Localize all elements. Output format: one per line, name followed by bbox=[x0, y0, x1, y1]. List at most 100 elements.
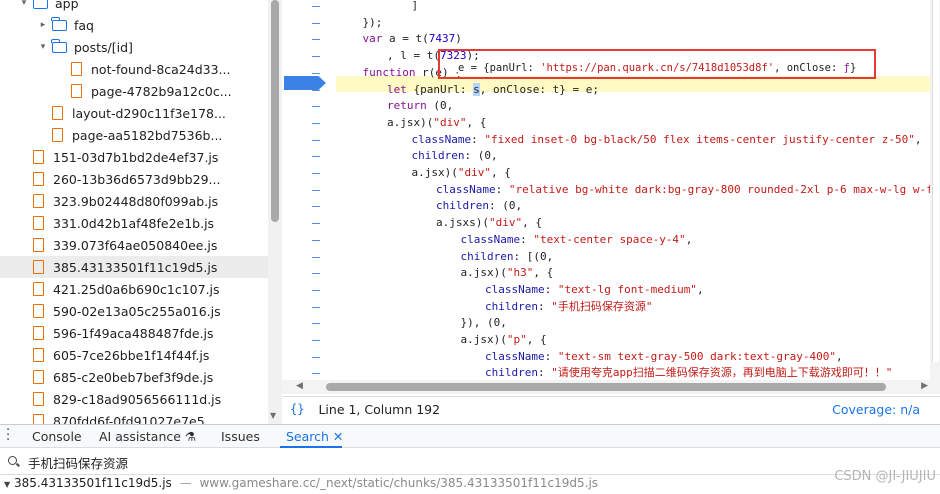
tree-file[interactable]: 151-03d7b1bd2de4ef37.js bbox=[0, 146, 268, 168]
code-line[interactable]: className: "fixed inset-0 bg-black/50 fl… bbox=[412, 132, 922, 148]
line-marker bbox=[312, 239, 320, 241]
tree-file[interactable]: page-aa5182bd7536b... bbox=[0, 124, 268, 146]
tree-file[interactable]: 870fdd6f-0fd91027e7e5... bbox=[0, 410, 268, 424]
tree-item-label: app bbox=[55, 0, 79, 11]
scroll-right-arrow-icon[interactable]: ▶ bbox=[921, 381, 928, 391]
tree-file[interactable]: 331.0d42b1af48fe2e1b.js bbox=[0, 212, 268, 234]
tree-item-label: 151-03d7b1bd2de4ef37.js bbox=[53, 149, 219, 165]
drawer-tab-bar: · · · Console AI assistance ⚗ Issues Searc… bbox=[0, 424, 940, 448]
search-input[interactable]: 手机扫码保存资源 bbox=[28, 453, 128, 472]
code-line[interactable]: var a = t(7437) bbox=[363, 31, 462, 47]
file-icon bbox=[33, 216, 44, 230]
tree-file[interactable]: 685-c2e0beb7bef3f9de.js bbox=[0, 366, 268, 388]
file-icon bbox=[71, 62, 82, 76]
line-marker bbox=[312, 306, 320, 308]
scroll-left-arrow-icon[interactable]: ◀ bbox=[296, 381, 303, 391]
code-line[interactable]: }); bbox=[363, 15, 383, 31]
code-line[interactable]: a.jsx)("h3", { bbox=[461, 265, 554, 281]
tree-item-label: page-4782b9a12c0c... bbox=[91, 83, 232, 99]
tree-file[interactable]: not-found-8ca24d33... bbox=[0, 58, 268, 80]
watermark: CSDN @JI-JIUJIU bbox=[834, 469, 936, 484]
folder-icon bbox=[51, 38, 67, 53]
search-bar[interactable]: 手机扫码保存资源 bbox=[0, 450, 940, 475]
code-line[interactable]: className: "text-sm text-gray-500 dark:t… bbox=[485, 349, 843, 365]
code-line[interactable]: a.jsx)("div", { bbox=[412, 165, 511, 181]
editor-status-bar: {} Line 1, Column 192 Coverage: n/a bbox=[282, 396, 940, 421]
pretty-print-icon[interactable]: {} bbox=[290, 402, 304, 416]
code-line[interactable]: children: (0, bbox=[412, 148, 498, 164]
line-marker bbox=[312, 39, 320, 41]
tree-folder[interactable]: ▸ faq bbox=[0, 14, 268, 36]
file-icon bbox=[33, 194, 44, 208]
code-line[interactable]: let {panUrl: s, onClose: t} = e; bbox=[387, 82, 599, 98]
tab-console[interactable]: Console bbox=[32, 429, 82, 444]
tree-file[interactable]: layout-d290c11f3e178... bbox=[0, 102, 268, 124]
expand-triangle-icon[interactable]: ▼ bbox=[4, 480, 10, 489]
editor-vertical-scroll-thumb[interactable] bbox=[932, 0, 939, 362]
tree-file[interactable]: 385.43133501f11c19d5.js bbox=[0, 256, 268, 278]
result-file-name[interactable]: 385.43133501f11c19d5.js bbox=[14, 476, 172, 490]
code-line[interactable]: children: "手机扫码保存资源" bbox=[485, 299, 652, 315]
tree-item-label: 605-7ce26bbe1f14f44f.js bbox=[53, 347, 210, 363]
tree-file[interactable]: 596-1f49aca488487fde.js bbox=[0, 322, 268, 344]
navigator-scrollbar[interactable]: ▼ bbox=[268, 0, 282, 424]
file-icon bbox=[33, 150, 44, 164]
code-line[interactable]: className: "relative bg-white dark:bg-gr… bbox=[436, 182, 930, 198]
file-icon bbox=[33, 172, 44, 186]
code-line[interactable]: a.jsx)("p", { bbox=[461, 332, 547, 348]
file-icon bbox=[33, 348, 44, 362]
tree-file[interactable]: 829-c18ad9056566111d.js bbox=[0, 388, 268, 410]
chevron-down-icon[interactable]: ▾ bbox=[38, 42, 48, 52]
tree-item-label: 339.073f64ae050840ee.js bbox=[53, 237, 218, 253]
code-line[interactable]: className: "text-center space-y-4", bbox=[461, 232, 693, 248]
chevron-down-icon[interactable]: ▾ bbox=[19, 0, 29, 8]
editor-horizontal-scroll-thumb[interactable] bbox=[326, 383, 886, 391]
tree-item-label: 421.25d0a6b690c1c107.js bbox=[53, 281, 220, 297]
line-marker bbox=[312, 156, 320, 158]
search-result-row[interactable]: ▼ 385.43133501f11c19d5.js — www.gameshar… bbox=[0, 476, 940, 494]
code-line[interactable]: children: (0, bbox=[436, 198, 522, 214]
code-line[interactable]: }), (0, bbox=[461, 315, 507, 331]
code-line[interactable]: children: "请使用夸克app扫描二维码保存资源，再到电脑上下载游戏即可… bbox=[485, 365, 892, 380]
tab-issues[interactable]: Issues bbox=[221, 429, 260, 444]
coverage-status[interactable]: Coverage: n/a bbox=[832, 402, 920, 417]
kebab-menu-icon[interactable]: · · · bbox=[6, 424, 10, 447]
line-marker bbox=[312, 323, 320, 325]
result-file-url: www.gameshare.cc/_next/static/chunks/385… bbox=[199, 476, 599, 490]
code-line[interactable]: className: "text-lg font-medium", bbox=[485, 282, 704, 298]
tree-file[interactable]: 421.25d0a6b690c1c107.js bbox=[0, 278, 268, 300]
code-line[interactable]: a.jsxs)("div", { bbox=[436, 215, 542, 231]
tree-file[interactable]: page-4782b9a12c0c... bbox=[0, 80, 268, 102]
tree-item-label: posts/[id] bbox=[74, 39, 133, 55]
code-line[interactable]: a.jsx)("div", { bbox=[387, 115, 486, 131]
breakpoint-marker[interactable] bbox=[284, 76, 326, 90]
file-icon bbox=[33, 260, 44, 274]
tab-search[interactable]: Search ✕ bbox=[286, 429, 343, 444]
navigator-scroll-thumb[interactable] bbox=[271, 0, 279, 222]
line-marker bbox=[312, 139, 320, 141]
code-line[interactable]: children: [(0, bbox=[461, 249, 554, 265]
tree-file[interactable]: 339.073f64ae050840ee.js bbox=[0, 234, 268, 256]
tree-folder[interactable]: ▾ app bbox=[0, 0, 268, 14]
tree-file[interactable]: 323.9b02448d80f099ab.js bbox=[0, 190, 268, 212]
tab-ai-assistance[interactable]: AI assistance ⚗ bbox=[99, 429, 196, 444]
scroll-down-arrow-icon[interactable]: ▼ bbox=[270, 411, 276, 420]
tree-file[interactable]: 260-13b36d6573d9bb29... bbox=[0, 168, 268, 190]
line-marker bbox=[312, 22, 320, 24]
code-line[interactable]: ] bbox=[412, 0, 419, 14]
editor-horizontal-scrollbar[interactable]: ◀ ▶ bbox=[282, 380, 940, 394]
tree-item-label: 590-02e13a05c255a016.js bbox=[53, 303, 221, 319]
tree-folder[interactable]: ▾ posts/[id] bbox=[0, 36, 268, 58]
tree-file[interactable]: 590-02e13a05c255a016.js bbox=[0, 300, 268, 322]
file-icon bbox=[33, 392, 44, 406]
file-icon bbox=[33, 304, 44, 318]
line-marker bbox=[312, 356, 320, 358]
line-marker bbox=[312, 122, 320, 124]
code-line[interactable]: return (0, bbox=[387, 98, 453, 114]
tree-file[interactable]: 605-7ce26bbe1f14f44f.js bbox=[0, 344, 268, 366]
chevron-right-icon[interactable]: ▸ bbox=[38, 20, 48, 30]
editor-vertical-scrollbar[interactable] bbox=[930, 0, 940, 380]
line-marker bbox=[312, 72, 320, 74]
annotation-red-box bbox=[438, 49, 876, 79]
line-gutter[interactable] bbox=[282, 0, 334, 380]
